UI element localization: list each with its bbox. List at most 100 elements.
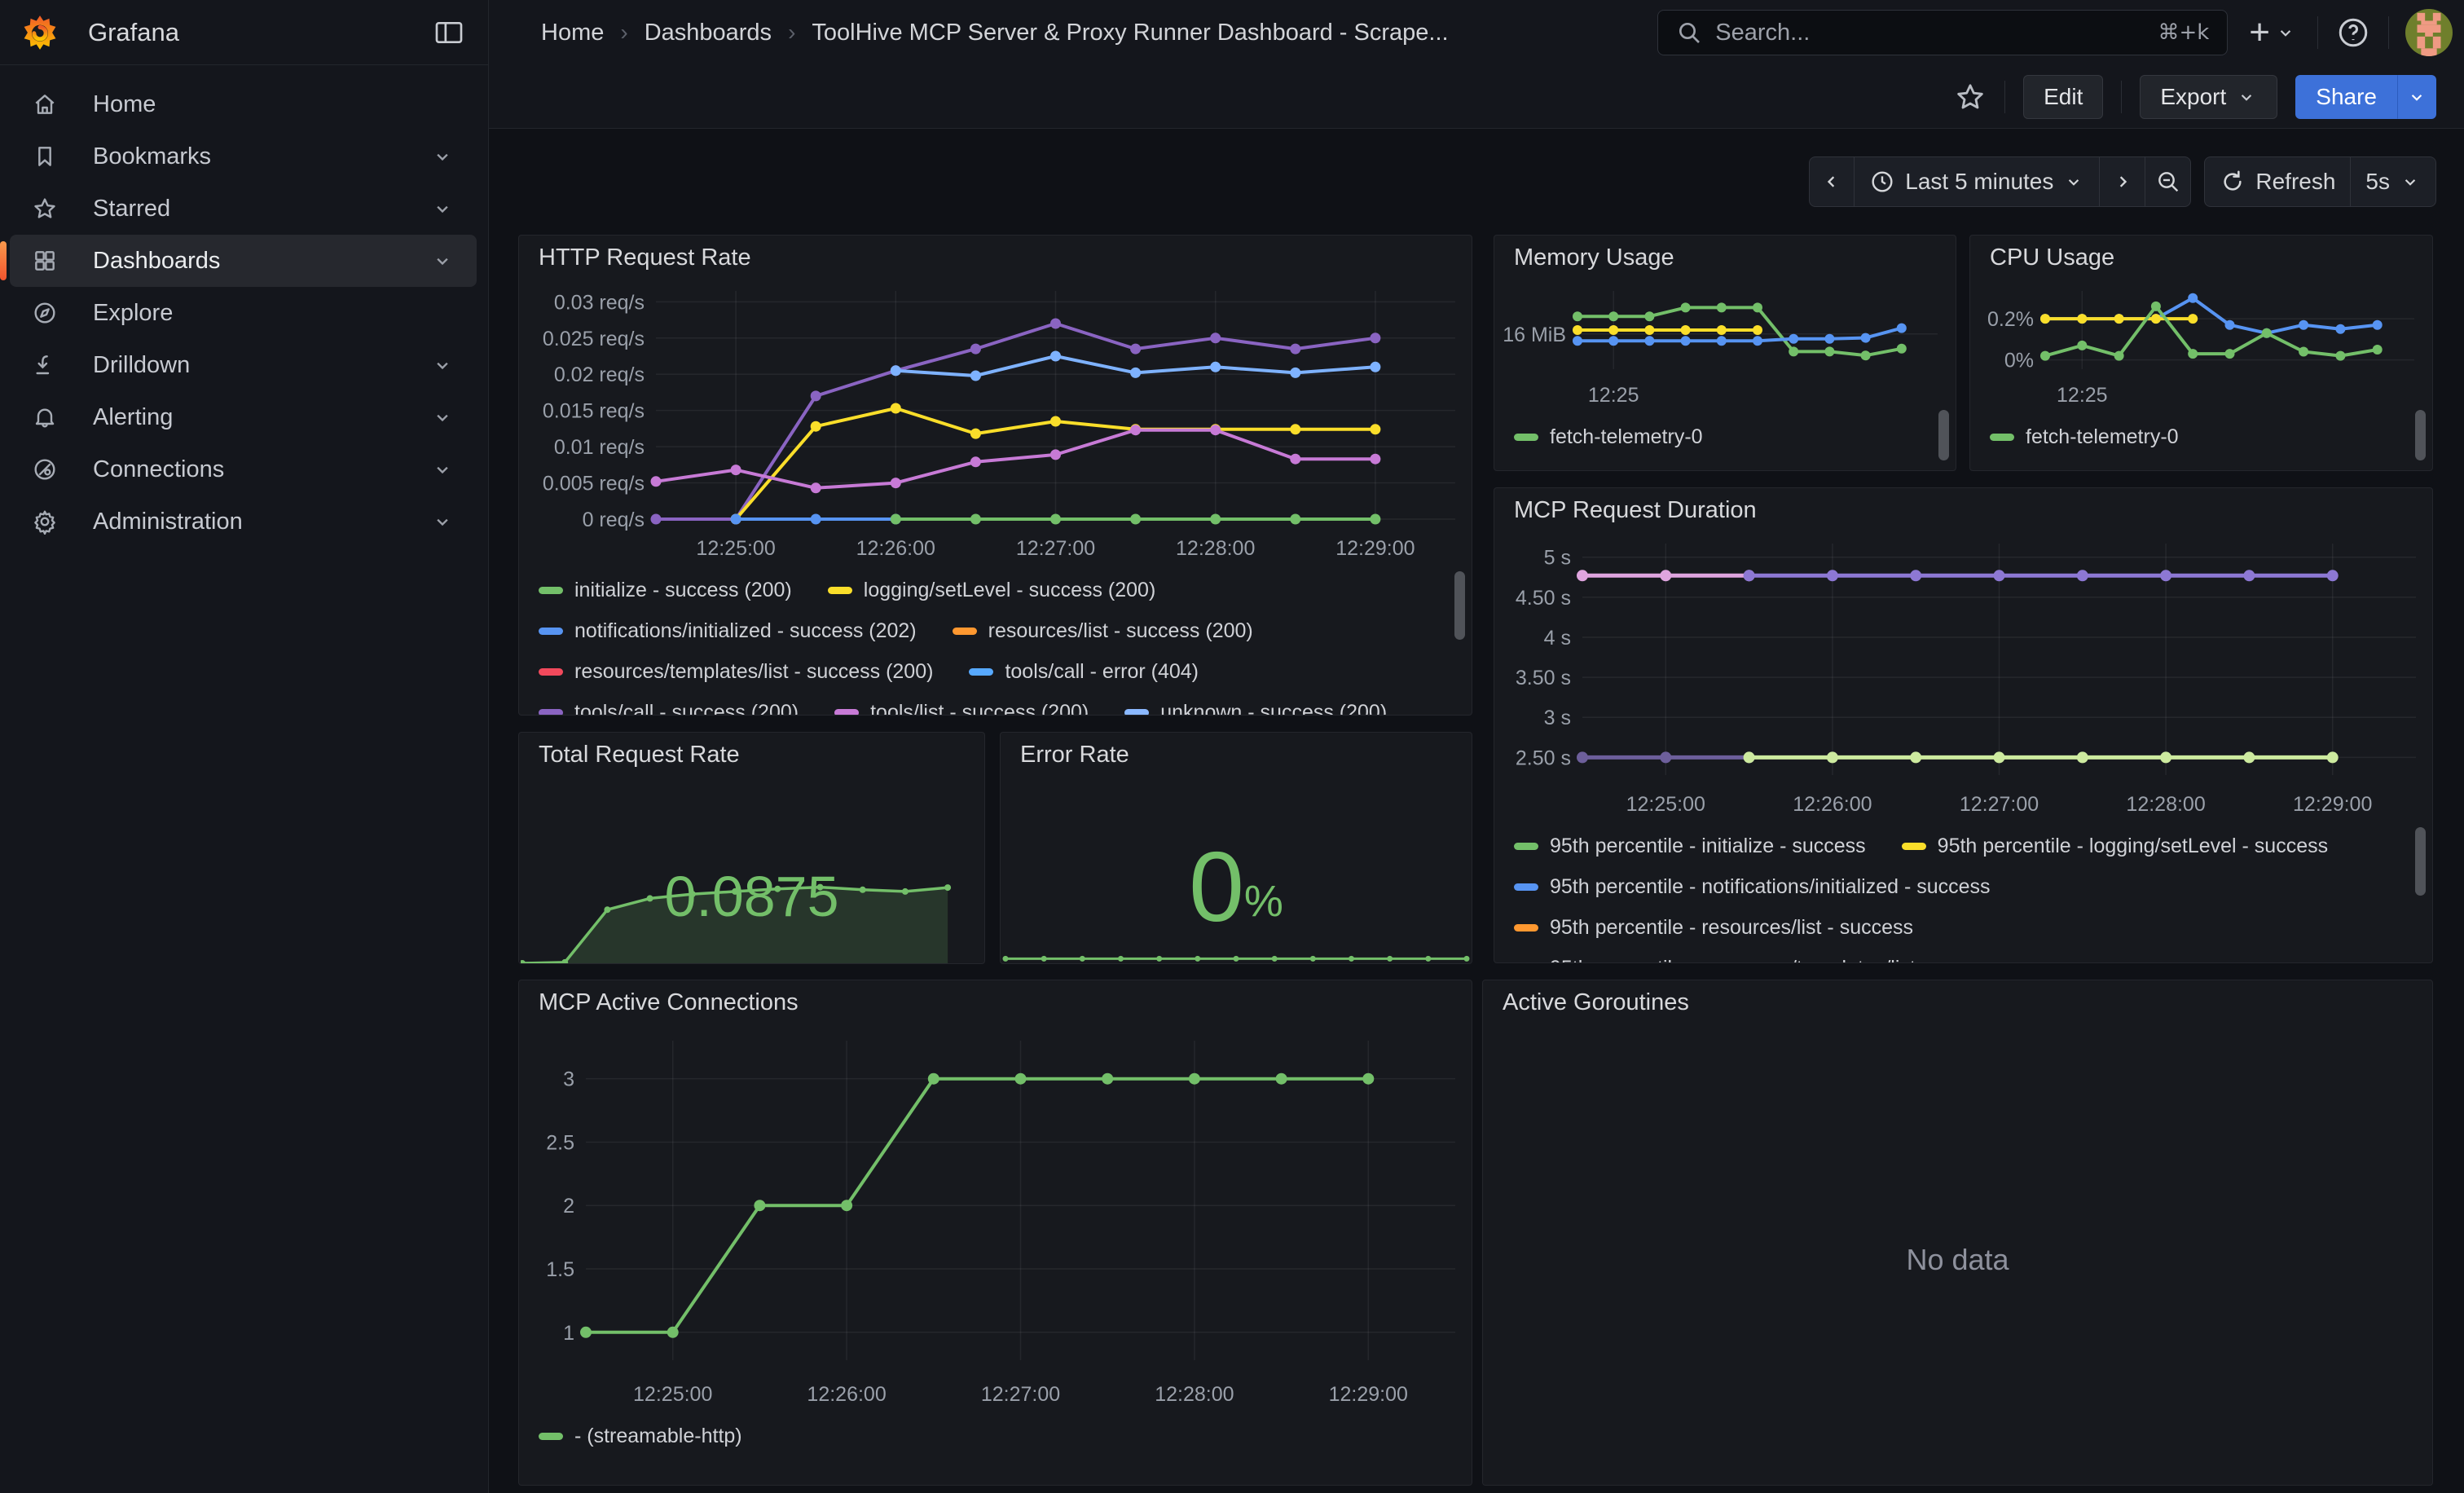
time-range-button[interactable]: Last 5 minutes [1855, 156, 2100, 207]
chevron-down-icon[interactable] [431, 197, 454, 220]
legend-item[interactable]: resources/templates/list - success (200) [539, 660, 933, 684]
legend-item[interactable]: 95th percentile - initialize - success [1514, 835, 1866, 858]
legend-scrollbar[interactable] [2415, 827, 2426, 896]
svg-text:0.2%: 0.2% [1987, 308, 2034, 331]
panel-title[interactable]: CPU Usage [1970, 236, 2432, 280]
search-input[interactable]: Search... ⌘+k [1657, 10, 2228, 55]
search-placeholder: Search... [1715, 20, 2145, 46]
legend-scrollbar[interactable] [1938, 410, 1949, 460]
edit-button[interactable]: Edit [2023, 75, 2103, 119]
panel-mcp-request-duration: MCP Request Duration 2.50 s3 s3.50 s4 s4… [1494, 487, 2433, 963]
svg-text:0.015 req/s: 0.015 req/s [543, 400, 645, 423]
sidebar-item-explore[interactable]: Explore [10, 287, 477, 339]
refresh-button[interactable]: Refresh [2204, 156, 2351, 207]
sidebar-item-label: Connections [93, 456, 224, 483]
chevron-left-icon [1820, 170, 1843, 193]
svg-text:4.50 s: 4.50 s [1516, 587, 1571, 610]
panel-title[interactable]: Memory Usage [1494, 236, 1956, 280]
panel-title[interactable]: Total Request Rate [519, 733, 984, 777]
chevron-down-icon[interactable] [431, 249, 454, 272]
legend-item[interactable]: unknown - success (200) [1124, 701, 1387, 716]
sidebar-item-starred[interactable]: Starred [10, 183, 477, 235]
panel-title[interactable]: Error Rate [1001, 733, 1472, 777]
svg-text:2: 2 [563, 1195, 574, 1218]
share-dropdown-button[interactable] [2397, 75, 2436, 119]
svg-text:0.03 req/s: 0.03 req/s [554, 291, 645, 314]
refresh-interval-dropdown[interactable]: 5s [2351, 156, 2436, 207]
sidebar-item-label: Bookmarks [93, 143, 211, 170]
avatar[interactable] [2405, 9, 2453, 56]
breadcrumb-dashboards[interactable]: Dashboards [645, 20, 772, 46]
legend-scrollbar[interactable] [2415, 410, 2426, 460]
export-button[interactable]: Export [2140, 75, 2277, 119]
panel-title[interactable]: MCP Request Duration [1494, 488, 2432, 532]
legend-item[interactable]: 95th percentile - notifications/initiali… [1514, 875, 1991, 899]
legend-label: resources/templates/list - success (200) [574, 660, 933, 684]
sidebar-collapse-icon[interactable] [433, 16, 465, 49]
breadcrumb: Home › Dashboards › ToolHive MCP Server … [541, 0, 1449, 65]
legend-scrollbar[interactable] [1454, 571, 1465, 640]
svg-text:3: 3 [563, 1068, 574, 1091]
legend-swatch [539, 709, 563, 716]
divider [2317, 16, 2318, 49]
top-bar: Grafana Home › Dashboards › ToolHive MCP… [0, 0, 2464, 65]
sidebar-item-drilldown[interactable]: Drilldown [10, 339, 477, 391]
legend-swatch [953, 628, 977, 635]
sidebar-item-dashboards[interactable]: Dashboards [10, 235, 477, 287]
legend-swatch [834, 709, 859, 716]
panel-cpu-usage: CPU Usage 0%0.2%12:25 fetch-telemetry-0 [1969, 235, 2433, 471]
chevron-down-icon[interactable] [431, 354, 454, 377]
legend-item[interactable]: tools/call - error (404) [969, 660, 1199, 684]
new-button[interactable]: + [2244, 15, 2301, 51]
sidebar-item-connections[interactable]: Connections [10, 443, 477, 495]
search-shortcut: ⌘+k [2158, 20, 2209, 45]
panel-title[interactable]: Active Goroutines [1483, 980, 2432, 1024]
legend-swatch [1514, 843, 1538, 850]
legend-item[interactable]: 95th percentile - resources/list - succe… [1514, 916, 1913, 940]
panel-title[interactable]: HTTP Request Rate [519, 236, 1472, 280]
legend-item[interactable]: notifications/initialized - success (202… [539, 619, 917, 643]
time-controls: Last 5 minutes Refresh [1809, 156, 2436, 207]
panel-title[interactable]: MCP Active Connections [519, 980, 1472, 1024]
memory-usage-chart[interactable]: 16 MiB12:25 [1501, 280, 1949, 412]
http-request-rate-chart[interactable]: 0 req/s0.005 req/s0.01 req/s0.015 req/s0… [526, 280, 1465, 565]
chart-legend: fetch-telemetry-0 [1494, 412, 1956, 469]
legend-label: 95th percentile - notifications/initiali… [1550, 875, 1991, 899]
share-button[interactable]: Share [2295, 75, 2397, 119]
favorite-star-icon[interactable] [1954, 81, 1987, 113]
sidebar-item-alerting[interactable]: Alerting [10, 391, 477, 443]
zoom-out-button[interactable] [2145, 156, 2191, 207]
svg-text:0 req/s: 0 req/s [583, 509, 645, 531]
sidebar-item-administration[interactable]: Administration [10, 495, 477, 548]
sidebar: Home Bookmarks Starred Dashboards [0, 65, 489, 1493]
legend-item[interactable]: tools/call - success (200) [539, 701, 799, 716]
chevron-down-icon[interactable] [431, 510, 454, 533]
breadcrumb-home[interactable]: Home [541, 20, 604, 46]
legend-item[interactable]: - (streamable-http) [539, 1425, 742, 1448]
legend-item[interactable]: logging/setLevel - success (200) [828, 579, 1156, 602]
legend-item[interactable]: fetch-telemetry-0 [1990, 425, 2179, 449]
breadcrumb-separator: › [620, 20, 627, 46]
legend-item[interactable]: initialize - success (200) [539, 579, 792, 602]
divider [2121, 81, 2122, 113]
legend-item[interactable]: fetch-telemetry-0 [1514, 425, 1703, 449]
svg-text:3.50 s: 3.50 s [1516, 667, 1571, 689]
sidebar-item-label: Starred [93, 196, 170, 222]
mcp-request-duration-chart[interactable]: 2.50 s3 s3.50 s4 s4.50 s5 s12:25:0012:26… [1501, 532, 2426, 821]
chevron-down-icon[interactable] [431, 458, 454, 481]
legend-item[interactable]: 95th percentile - logging/setLevel - suc… [1902, 835, 2328, 858]
sidebar-item-home[interactable]: Home [10, 78, 477, 130]
legend-item[interactable]: tools/list - success (200) [834, 701, 1089, 716]
cpu-usage-chart[interactable]: 0%0.2%12:25 [1977, 280, 2426, 412]
mcp-active-connections-chart[interactable]: 11.522.5312:25:0012:26:0012:27:0012:28:0… [526, 1024, 1465, 1411]
legend-item[interactable]: 95th percentile - resources/templates/li… [1514, 957, 2007, 964]
stat-unit: % [1244, 876, 1283, 927]
zoom-out-icon [2155, 169, 2181, 195]
chevron-down-icon[interactable] [431, 145, 454, 168]
chevron-down-icon[interactable] [431, 406, 454, 429]
legend-item[interactable]: resources/list - success (200) [953, 619, 1253, 643]
time-forward-button[interactable] [2100, 156, 2145, 207]
help-icon[interactable] [2334, 14, 2372, 51]
time-back-button[interactable] [1809, 156, 1855, 207]
sidebar-item-bookmarks[interactable]: Bookmarks [10, 130, 477, 183]
